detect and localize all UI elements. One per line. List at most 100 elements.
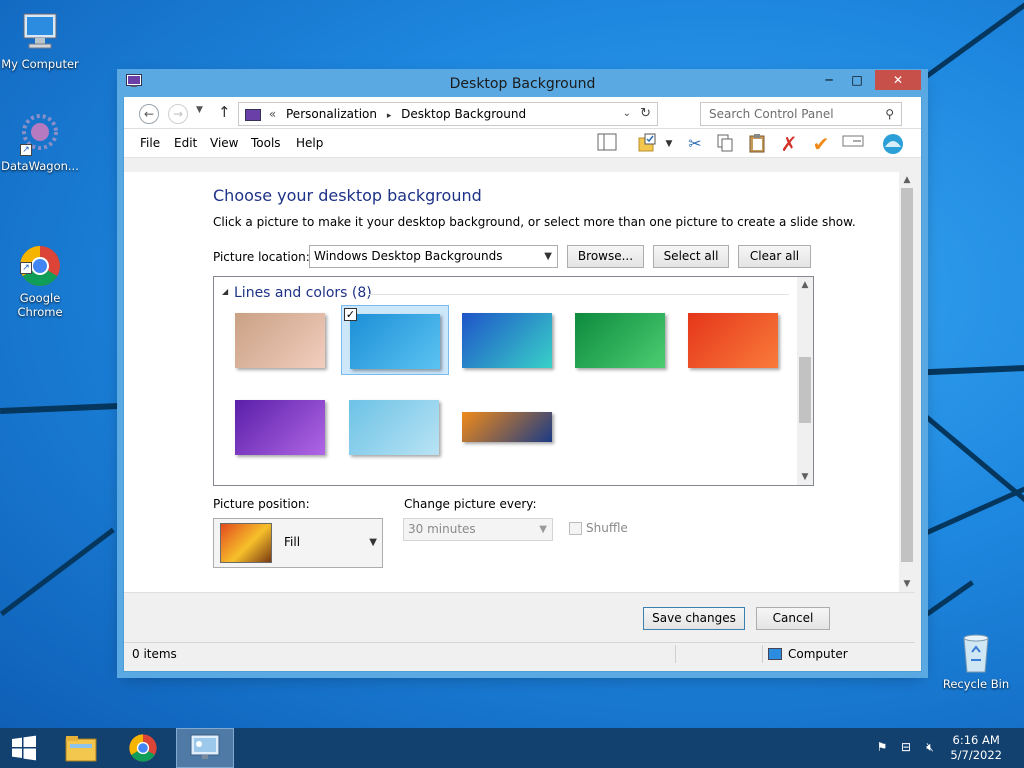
wallpaper-thumbnail[interactable]: ✓ bbox=[341, 305, 449, 375]
fill-preview-icon bbox=[220, 523, 272, 563]
change-picture-value: 30 minutes bbox=[408, 522, 476, 536]
breadcrumb-overflow[interactable]: « bbox=[269, 107, 276, 121]
properties-check-icon[interactable]: ✔ bbox=[810, 133, 832, 155]
copy-icon[interactable] bbox=[714, 133, 736, 155]
menu-tools[interactable]: Tools bbox=[251, 136, 281, 150]
rename-icon[interactable] bbox=[842, 133, 864, 155]
close-button[interactable]: ✕ bbox=[875, 70, 921, 90]
status-divider bbox=[675, 645, 676, 663]
shuffle-checkbox[interactable] bbox=[569, 522, 582, 535]
start-button[interactable] bbox=[0, 728, 48, 768]
shortcut-arrow-icon: ↗ bbox=[20, 144, 32, 156]
recent-pages-dropdown[interactable]: ▼ bbox=[196, 105, 203, 115]
breadcrumb-personalization[interactable]: Personalization bbox=[286, 107, 377, 121]
address-dropdown-icon[interactable]: ⌄ bbox=[623, 103, 631, 125]
shell-icon[interactable] bbox=[882, 133, 904, 155]
status-divider bbox=[762, 645, 763, 663]
desktop-icon-label: My Computer bbox=[1, 57, 79, 71]
content-pane: Choose your desktop background Click a p… bbox=[124, 172, 899, 592]
wallpaper-thumbnail[interactable] bbox=[680, 305, 788, 375]
clear-all-button[interactable]: Clear all bbox=[738, 245, 811, 268]
gallery-scroll-thumb[interactable] bbox=[799, 357, 811, 423]
desktop-background-window: Desktop Background ─ □ ✕ ← → ▼ ↑ « Perso… bbox=[118, 70, 927, 672]
gallery-scrollbar[interactable]: ▲ ▼ bbox=[797, 277, 813, 485]
menu-view[interactable]: View bbox=[210, 136, 238, 150]
forward-button[interactable]: → bbox=[168, 104, 188, 124]
menu-edit[interactable]: Edit bbox=[174, 136, 197, 150]
status-location: Computer bbox=[788, 647, 848, 661]
scroll-up-icon[interactable]: ▲ bbox=[797, 280, 813, 290]
folder-options-dropdown-icon[interactable]: ▼ bbox=[662, 133, 676, 155]
title-bar[interactable]: Desktop Background ─ □ ✕ bbox=[118, 70, 927, 97]
dialog-footer: Save changes Cancel bbox=[124, 592, 915, 642]
arrow-left-icon: ← bbox=[143, 107, 155, 121]
address-bar[interactable]: « Personalization ▸ Desktop Background ⌄… bbox=[238, 102, 658, 126]
arrow-right-icon: → bbox=[172, 107, 184, 121]
wallpaper-image bbox=[462, 313, 552, 368]
arrow-up-icon: ↑ bbox=[218, 103, 231, 121]
chrome-icon: ↗ bbox=[18, 230, 62, 286]
paste-icon[interactable] bbox=[746, 133, 768, 155]
content-scroll-thumb[interactable] bbox=[901, 188, 913, 562]
desktop-icon-datawagon[interactable]: ↗ DataWagon... bbox=[0, 112, 80, 173]
action-center-flag-icon[interactable]: ⚑ bbox=[874, 740, 890, 756]
wallpaper-thumbnail[interactable] bbox=[454, 392, 562, 462]
wallpaper-thumbnail[interactable] bbox=[454, 305, 562, 375]
datawagon-icon: ↗ bbox=[18, 112, 62, 156]
scroll-down-icon[interactable]: ▼ bbox=[797, 472, 813, 482]
volume-muted-icon[interactable]: 🔇︎ bbox=[922, 740, 938, 756]
taskbar-clock[interactable]: 6:16 AM 5/7/2022 bbox=[950, 733, 1002, 763]
select-all-button[interactable]: Select all bbox=[653, 245, 729, 268]
wallpaper-thumbnail[interactable] bbox=[341, 392, 449, 462]
menu-bar: File Edit View Tools Help ▼ ✂ ✗ ✔ bbox=[124, 129, 921, 158]
taskbar-chrome[interactable] bbox=[114, 728, 172, 768]
desktop-icon-my-computer[interactable]: My Computer bbox=[0, 10, 80, 71]
shuffle-label: Shuffle bbox=[586, 521, 628, 535]
selected-checkbox[interactable]: ✓ bbox=[344, 308, 357, 321]
layout-pane-icon[interactable] bbox=[596, 133, 618, 155]
minimize-button[interactable]: ─ bbox=[815, 70, 843, 90]
group-divider bbox=[369, 294, 789, 295]
wallpaper-thumbnail[interactable] bbox=[567, 305, 675, 375]
browse-button[interactable]: Browse... bbox=[567, 245, 644, 268]
control-panel-icon bbox=[245, 108, 261, 121]
menu-file[interactable]: File bbox=[140, 136, 160, 150]
picture-position-value: Fill bbox=[284, 535, 301, 549]
picture-location-select[interactable]: Windows Desktop Backgrounds ▼ bbox=[309, 245, 558, 268]
wallpaper-thumbnail[interactable] bbox=[227, 392, 335, 462]
scroll-up-icon[interactable]: ▲ bbox=[899, 175, 915, 185]
wallpaper-streak bbox=[922, 466, 1024, 537]
refresh-icon[interactable]: ↻ bbox=[640, 103, 651, 125]
cut-icon[interactable]: ✂ bbox=[684, 133, 706, 155]
windows-logo-icon bbox=[12, 735, 36, 761]
chevron-down-icon: ▼ bbox=[539, 524, 547, 535]
group-header[interactable]: Lines and colors (8) bbox=[234, 285, 372, 301]
search-input[interactable]: Search Control Panel ⚲ bbox=[700, 102, 902, 126]
menu-help[interactable]: Help bbox=[296, 136, 323, 150]
wallpaper-image bbox=[575, 313, 665, 368]
up-button[interactable]: ↑ bbox=[218, 103, 231, 121]
back-button[interactable]: ← bbox=[139, 104, 159, 124]
folder-icon bbox=[65, 736, 97, 762]
wallpaper-image bbox=[349, 400, 439, 455]
taskbar-control-panel[interactable] bbox=[176, 728, 234, 768]
folder-options-icon[interactable] bbox=[636, 133, 658, 155]
scroll-down-icon[interactable]: ▼ bbox=[899, 579, 915, 589]
wallpaper-thumbnail[interactable] bbox=[227, 305, 335, 375]
picture-position-select[interactable]: Fill ▼ bbox=[213, 518, 383, 568]
change-picture-select[interactable]: 30 minutes ▼ bbox=[403, 518, 553, 541]
chrome-icon bbox=[129, 734, 157, 762]
desktop-icon-chrome[interactable]: ↗ Google Chrome bbox=[0, 216, 80, 333]
taskbar-file-explorer[interactable] bbox=[52, 728, 110, 768]
breadcrumb-desktop-background[interactable]: Desktop Background bbox=[401, 107, 526, 121]
maximize-button[interactable]: □ bbox=[843, 70, 871, 90]
content-scrollbar[interactable]: ▲ ▼ bbox=[899, 172, 915, 592]
network-icon[interactable]: ⊟ bbox=[898, 740, 914, 756]
delete-icon[interactable]: ✗ bbox=[778, 133, 800, 155]
desktop-icon-label: Recycle Bin bbox=[942, 677, 1010, 691]
desktop-icon-recycle-bin[interactable]: Recycle Bin bbox=[936, 630, 1016, 691]
save-changes-button[interactable]: Save changes bbox=[643, 607, 745, 630]
collapse-group-icon[interactable]: ◢ bbox=[222, 287, 228, 296]
wallpaper-image bbox=[688, 313, 778, 368]
cancel-button[interactable]: Cancel bbox=[756, 607, 830, 630]
